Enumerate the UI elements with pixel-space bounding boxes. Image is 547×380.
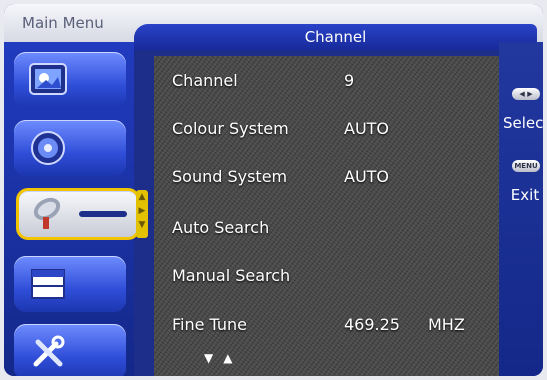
sidebar-item-sound[interactable] — [14, 120, 126, 176]
menu-row-manual-search[interactable]: Manual Search — [172, 259, 492, 293]
sidebar — [4, 42, 140, 376]
speaker-icon — [31, 131, 65, 165]
exit-label: Exit — [510, 186, 540, 204]
sidebar-item-channel[interactable] — [16, 188, 140, 240]
select-key-icon: ◀ ▶ — [512, 88, 540, 100]
row-value: 469.25 — [344, 315, 400, 334]
sidebar-item-picture[interactable] — [14, 52, 126, 108]
scroll-up-icon: ▲ — [138, 192, 146, 202]
row-label: Fine Tune — [172, 315, 248, 334]
row-label: Colour System — [172, 119, 289, 138]
page-nav-arrows[interactable]: ▼▲ — [204, 351, 242, 365]
row-value: 9 — [344, 71, 355, 90]
scroll-right-icon: ▶ — [138, 206, 146, 216]
main-menu-label: Main Menu — [22, 14, 104, 32]
satellite-dish-icon — [33, 197, 61, 229]
menu-row-fine-tune[interactable]: Fine Tune 469.25 MHZ — [172, 308, 492, 342]
help-panel: ◀ ▶ Select MENU Exit — [499, 42, 543, 376]
select-label: Select — [503, 114, 543, 132]
sidebar-item-function[interactable] — [14, 256, 126, 312]
page-title: Channel — [134, 24, 537, 50]
row-label: Channel — [172, 71, 238, 90]
channel-bar — [79, 211, 127, 217]
menu-row-sound-system[interactable]: Sound System AUTO — [172, 160, 492, 194]
scroll-down-icon: ▼ — [138, 220, 146, 230]
picture-icon — [29, 63, 67, 95]
sidebar-scroll-arrows[interactable]: ▲ ▶ ▼ — [136, 190, 148, 238]
row-unit: MHZ — [428, 315, 465, 334]
menu-key-icon: MENU — [512, 160, 540, 172]
window-icon — [31, 269, 65, 299]
menu-row-auto-search[interactable]: Auto Search — [172, 211, 492, 245]
row-value: AUTO — [344, 119, 390, 138]
row-label: Sound System — [172, 167, 288, 186]
tv-osd-screen: Main Menu Channel ▲ ▶ ▼ Channel 9 Colour… — [4, 4, 543, 376]
menu-row-channel[interactable]: Channel 9 — [172, 64, 492, 98]
menu-row-colour-system[interactable]: Colour System AUTO — [172, 112, 492, 146]
channel-settings-panel: Channel 9 Colour System AUTO Sound Syste… — [154, 56, 499, 376]
row-label: Auto Search — [172, 218, 270, 237]
sidebar-item-setup[interactable] — [14, 324, 126, 376]
tools-icon — [33, 335, 65, 367]
row-label: Manual Search — [172, 266, 291, 285]
row-value: AUTO — [344, 167, 390, 186]
